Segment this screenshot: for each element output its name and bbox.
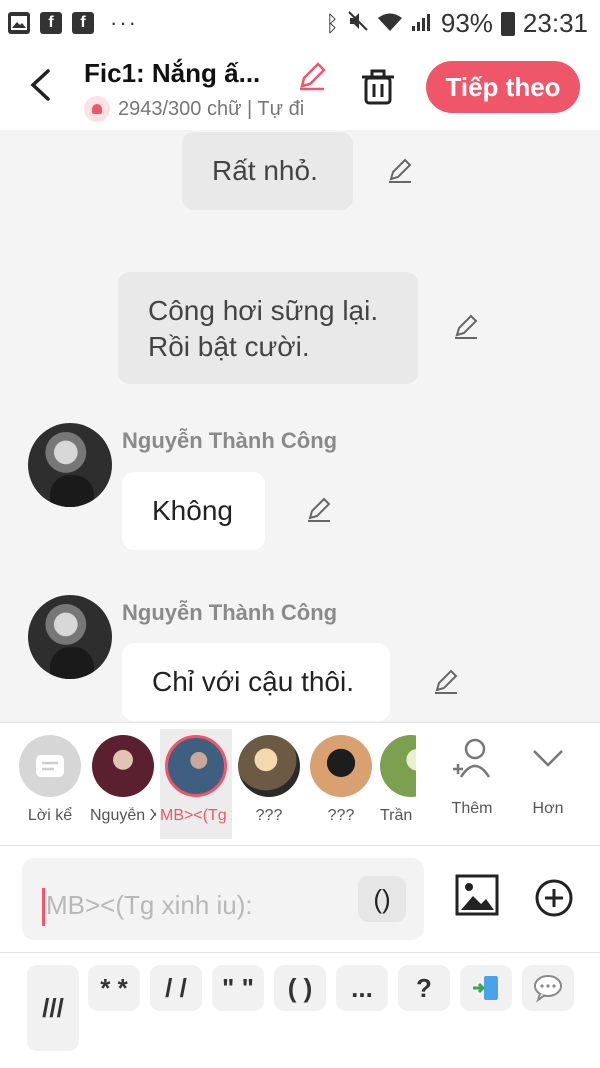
edit-message-button[interactable]	[305, 496, 333, 529]
more-characters-button[interactable]: Hơn	[518, 737, 578, 818]
clock: 23:31	[522, 8, 588, 38]
character-label: MB><(Tg x...	[160, 807, 232, 824]
sender-name: Nguyễn Thành Công	[122, 600, 338, 625]
avatar	[92, 735, 154, 797]
more-label: Hơn	[532, 800, 564, 817]
edit-title-button[interactable]	[296, 60, 328, 97]
message-bubble[interactable]: Không	[122, 472, 265, 550]
character-item[interactable]: ???	[308, 735, 374, 825]
header: Fic1: Nắng ấ... 2943/300 chữ | Tự đi Tiế…	[0, 48, 600, 130]
avatar[interactable]	[28, 423, 112, 507]
pencil-icon	[308, 497, 331, 522]
next-button[interactable]: Tiếp theo	[426, 61, 580, 113]
character-item[interactable]: Nguyễn X...	[90, 735, 156, 825]
message-input[interactable]: MB><(Tg xinh iu): ()	[22, 858, 424, 940]
add-label: Thêm	[451, 800, 493, 817]
message-bubble[interactable]: Chỉ với cậu thôi.	[122, 643, 390, 721]
status-bar: f f ··· ᛒ 93% 23:31	[0, 0, 600, 48]
facebook-icon: f	[40, 12, 62, 34]
story-meta: 2943/300 chữ | Tự đi	[84, 96, 334, 122]
add-person-icon	[453, 738, 491, 778]
chevron-down-icon	[533, 750, 563, 767]
delete-button[interactable]	[360, 68, 396, 111]
avatar[interactable]	[28, 595, 112, 679]
edit-message-button[interactable]	[432, 668, 460, 701]
battery-percent: 93%	[440, 8, 493, 38]
pencil-icon	[435, 669, 458, 694]
plus-circle-icon	[535, 879, 573, 917]
story-title[interactable]: Fic1: Nắng ấ...	[84, 58, 260, 89]
signal-icon	[411, 8, 433, 39]
thought-bubble-button[interactable]	[522, 965, 574, 1011]
character-bar: Lời kể Nguyễn X... MB><(Tg x... ??? ??? …	[0, 722, 600, 845]
phone-transfer-button[interactable]	[460, 965, 512, 1011]
character-item-selected[interactable]: MB><(Tg x...	[160, 729, 232, 839]
battery-icon	[500, 11, 515, 36]
quick-key[interactable]: * *	[88, 965, 140, 1011]
quick-keys-bar: /// * * / / " " ( ) ... ?	[0, 952, 600, 1068]
character-item[interactable]: ???	[236, 735, 302, 825]
chevron-left-icon	[30, 69, 50, 101]
avatar	[380, 735, 416, 797]
phone-transfer-icon	[473, 976, 498, 1000]
add-character-button[interactable]: Thêm	[442, 737, 502, 818]
bell-icon	[84, 96, 110, 122]
gallery-icon	[8, 12, 30, 34]
character-label: Lời kể	[27, 807, 73, 824]
facebook-icon: f	[72, 12, 94, 34]
wifi-icon	[377, 8, 403, 39]
quick-key[interactable]: / /	[150, 965, 202, 1011]
quick-key[interactable]: ?	[398, 965, 450, 1011]
quick-key[interactable]: ( )	[274, 965, 326, 1011]
add-button[interactable]	[534, 878, 574, 923]
narrator-icon	[19, 735, 81, 797]
narration-bubble[interactable]: Công hơi sững lại. Rồi bật cười.	[118, 272, 418, 384]
character-label: Nguyễn X...	[90, 807, 156, 824]
edit-message-button[interactable]	[386, 157, 414, 190]
pencil-icon	[300, 62, 326, 91]
character-item[interactable]: Trần T	[380, 735, 416, 825]
speech-bubble-icon	[534, 975, 562, 1003]
character-label: Trần T	[380, 807, 416, 824]
mute-icon	[347, 8, 369, 39]
paren-button[interactable]: ()	[358, 876, 406, 922]
sender-name: Nguyễn Thành Công	[122, 428, 338, 453]
pencil-icon	[389, 158, 412, 183]
avatar	[310, 735, 372, 797]
composer: MB><(Tg xinh iu): ()	[0, 845, 600, 952]
quick-key[interactable]: " "	[212, 965, 264, 1011]
avatar	[165, 735, 227, 797]
narration-bubble[interactable]: Rất nhỏ.	[182, 132, 353, 210]
input-placeholder: MB><(Tg xinh iu):	[46, 890, 253, 920]
bluetooth-icon: ᛒ	[325, 10, 339, 36]
word-count: 2943/300 chữ | Tự đi	[118, 97, 305, 120]
back-button[interactable]	[28, 68, 52, 109]
edit-message-button[interactable]	[452, 313, 480, 346]
character-label: ???	[327, 807, 355, 824]
quick-key[interactable]: ...	[336, 965, 388, 1011]
image-icon	[455, 874, 499, 916]
insert-image-button[interactable]	[455, 874, 499, 921]
avatar	[238, 735, 300, 797]
pencil-icon	[455, 314, 478, 339]
trash-icon	[362, 69, 394, 105]
more-notifications-icon: ···	[110, 10, 138, 35]
character-narrator[interactable]: Lời kể	[17, 735, 83, 825]
text-caret	[42, 888, 45, 926]
character-label: ???	[255, 807, 283, 824]
quick-key[interactable]: ///	[27, 965, 79, 1051]
